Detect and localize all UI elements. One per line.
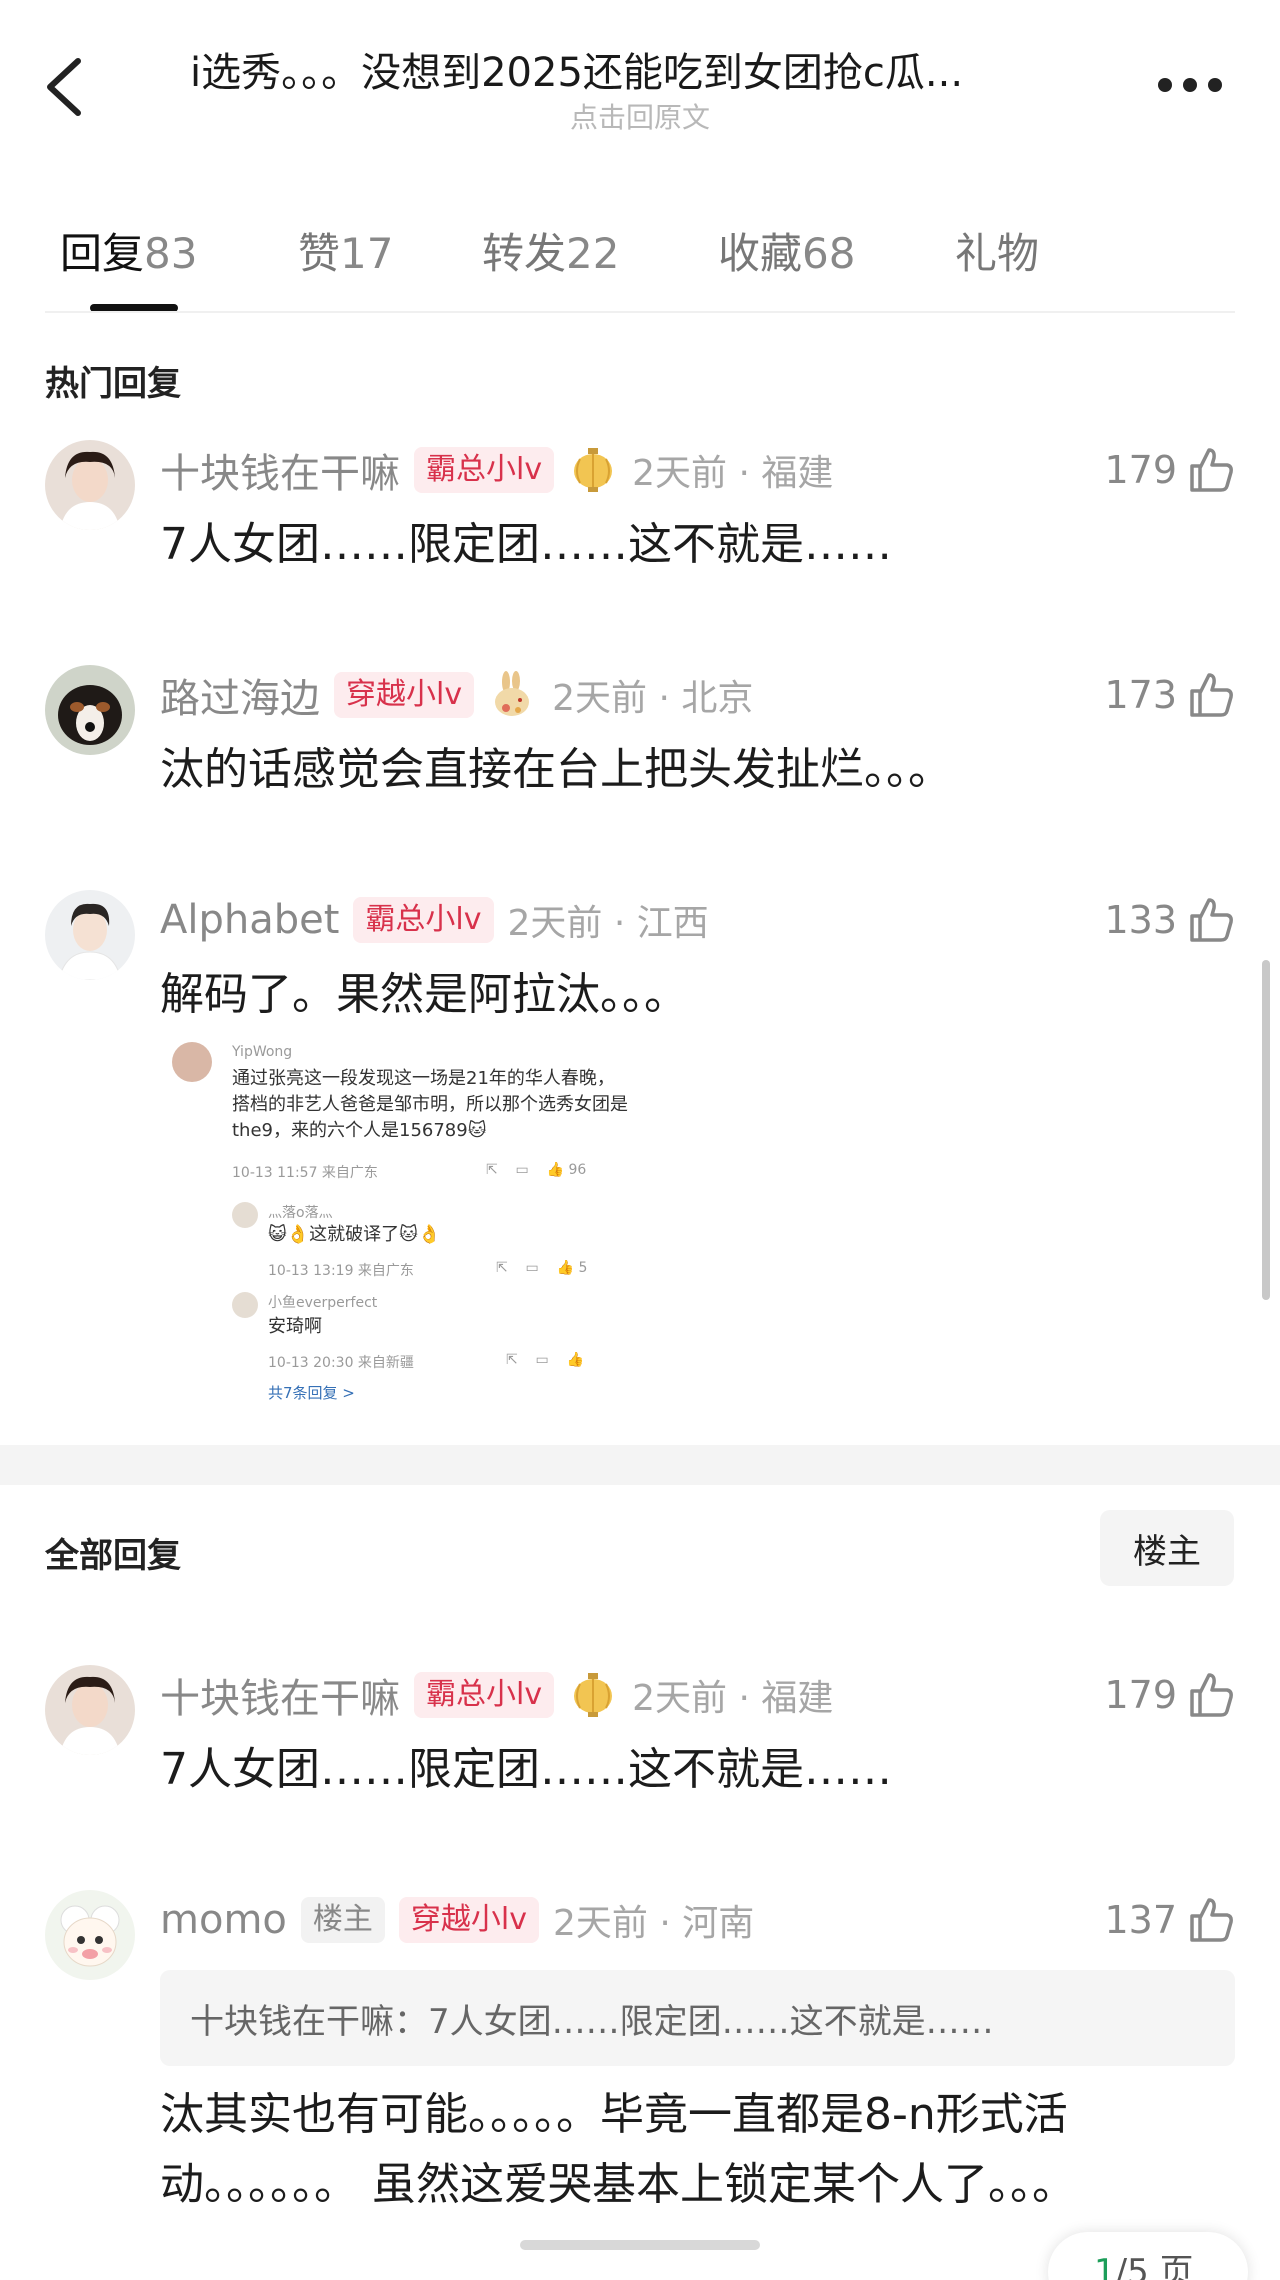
comment-meta: Alphabet 霸总小lv 2天前 · 江西 [160, 892, 709, 948]
thumbs-up-icon [1190, 673, 1233, 717]
embedded-like-count: 96 [568, 1162, 587, 1178]
username[interactable]: Alphabet [160, 897, 339, 943]
level-badge: 霸总小lv [414, 447, 555, 493]
like-count: 179 [1104, 1673, 1177, 1717]
time-location: 2天前 · 江西 [507, 903, 709, 944]
time-location: 2天前 · 河南 [552, 1903, 755, 1944]
embedded-text: 通过张亮这一段发现这一场是21年的华人春晚，搭档的非艺人爸爸是邹市明，所以那个选… [232, 1068, 628, 1141]
embedded-meta: 10-13 11:57 来自广东 [232, 1165, 378, 1181]
avatar[interactable] [45, 890, 135, 980]
current-page: 1 [1094, 2252, 1116, 2280]
owner-only-filter-button[interactable]: 楼主 [1100, 1510, 1234, 1586]
post-title[interactable]: i选秀。。。没想到2025还能吃到女团抢c瓜... [190, 40, 1090, 98]
like-count: 173 [1104, 673, 1177, 717]
all-replies-heading: 全部回复 [45, 1536, 181, 1576]
comment-text: 7人女团……限定团……这不就是…… [160, 1744, 892, 1795]
tab-gifts[interactable]: 礼物 [955, 220, 1039, 281]
level-badge: 穿越小lv [334, 672, 475, 718]
comment-meta: 路过海边 穿越小lv 2天前 · 北京 [160, 667, 753, 723]
hot-replies-heading: 热门回复 [45, 364, 181, 404]
rabbit-icon [495, 671, 530, 716]
embedded-reply-author: 灬落o落灬 [268, 1205, 333, 1221]
level-badge: 穿越小lv [398, 1897, 539, 1943]
avatar[interactable] [45, 440, 135, 530]
attached-image[interactable]: YipWong 通过张亮这一段发现这一场是21年的华人春晚，搭档的非艺人爸爸是邹… [160, 1030, 650, 1410]
username[interactable]: 十块钱在干嘛 [160, 441, 400, 499]
quoted-reply[interactable]: 十块钱在干嘛：7人女团……限定团……这不就是…… [160, 1970, 1235, 2066]
like-count: 137 [1104, 1898, 1177, 1942]
tab-favorites[interactable]: 收藏68 [718, 220, 855, 281]
comment-text: 汰的话感觉会直接在台上把头发扯烂。。。 [160, 744, 952, 795]
embedded-actions: ⇱ ▭ 👍 96 [486, 1162, 587, 1178]
thumbs-up-icon [1190, 898, 1233, 942]
time-location: 2天前 · 北京 [552, 678, 754, 719]
time-location: 2天前 · 福建 [632, 1678, 834, 1719]
tab-replies[interactable]: 回复83 [60, 220, 197, 281]
thumbs-up-icon [1190, 448, 1233, 492]
section-separator [0, 1445, 1280, 1485]
page-indicator[interactable]: 1/5 页 [1048, 2232, 1248, 2280]
embedded-reply-text: 安琦啊 [268, 1316, 322, 1337]
embedded-actions: ⇱ ▭ 👍 5 [496, 1260, 588, 1276]
time-location: 2天前 · 福建 [632, 453, 834, 494]
like-button[interactable]: 179 [1104, 442, 1235, 498]
embedded-reply-meta: 10-13 20:30 来自新疆 [268, 1355, 414, 1371]
like-count: 133 [1104, 898, 1177, 942]
comment-text: 解码了。果然是阿拉汰。。。 [160, 969, 688, 1020]
level-badge: 霸总小lv [353, 897, 494, 943]
level-badge: 霸总小lv [414, 1672, 555, 1718]
tab-bar: 回复83 赞17 转发22 收藏68 礼物 [0, 200, 1280, 312]
username[interactable]: momo [160, 1897, 287, 1943]
thumbs-up-icon [1190, 1898, 1233, 1942]
embedded-like-count: 5 [578, 1260, 588, 1276]
like-button[interactable]: 133 [1104, 892, 1235, 948]
thumbs-up-icon [1190, 1673, 1233, 1717]
like-button[interactable]: 173 [1104, 667, 1235, 723]
avatar [232, 1292, 258, 1318]
scrollbar[interactable] [1262, 960, 1270, 1300]
comment-text: 7人女团……限定团……这不就是…… [160, 519, 892, 570]
comment-item[interactable]: 十块钱在干嘛 霸总小lv 2天前 · 福建 179 7人女团……限定团……这不就… [0, 440, 1280, 580]
avatar[interactable] [45, 1890, 135, 1980]
embedded-reply-text: 😺👌这就破译了🐱👌 [268, 1224, 441, 1245]
embedded-author: YipWong [232, 1044, 293, 1060]
comment-item[interactable]: 路过海边 穿越小lv 2天前 · 北京 173 汰的话感觉会直接在台上把头发扯烂… [0, 665, 1280, 805]
embedded-reply-author: 小鱼everperfect [268, 1295, 378, 1311]
comment-meta: 十块钱在干嘛 霸总小lv 2天前 · 福建 [160, 442, 833, 498]
total-pages: /5 页 [1115, 2252, 1194, 2280]
embedded-more-replies: 共7条回复 > [268, 1384, 355, 1402]
tab-likes[interactable]: 赞17 [298, 220, 393, 281]
username[interactable]: 路过海边 [160, 666, 320, 724]
avatar[interactable] [45, 1665, 135, 1755]
owner-badge: 楼主 [300, 1897, 385, 1943]
divider [45, 311, 1235, 313]
lantern-icon [574, 448, 613, 492]
comment-item[interactable]: 十块钱在干嘛 霸总小lv 2天前 · 福建 179 7人女团……限定团……这不就… [0, 1665, 1280, 1805]
username[interactable]: 十块钱在干嘛 [160, 1666, 400, 1724]
comment-text: 汰其实也有可能。。。。。毕竟一直都是8-n形式活动。。。。。。 虽然这爱哭基本上… [160, 2089, 1076, 2210]
avatar [172, 1042, 212, 1082]
avatar[interactable] [45, 665, 135, 755]
comment-item[interactable]: momo 楼主 穿越小lv 2天前 · 河南 137 十块钱在干嘛：7人女团……… [0, 1890, 1280, 2220]
avatar [232, 1202, 258, 1228]
home-indicator [520, 2240, 760, 2250]
like-button[interactable]: 137 [1104, 1892, 1235, 1948]
tab-reposts[interactable]: 转发22 [482, 220, 619, 281]
lantern-icon [574, 1673, 613, 1717]
comment-meta: 十块钱在干嘛 霸总小lv 2天前 · 福建 [160, 1667, 833, 1723]
like-count: 179 [1104, 448, 1177, 492]
back-to-post-link[interactable]: 点击回原文 [0, 96, 1280, 136]
embedded-reply-meta: 10-13 13:19 来自广东 [268, 1263, 414, 1279]
comment-meta: momo 楼主 穿越小lv 2天前 · 河南 [160, 1892, 754, 1948]
embedded-actions: ⇱ ▭ 👍 [506, 1352, 584, 1368]
header: i选秀。。。没想到2025还能吃到女团抢c瓜... 点击回原文 [0, 0, 1280, 170]
more-icon[interactable] [1158, 78, 1222, 94]
like-button[interactable]: 179 [1104, 1667, 1235, 1723]
